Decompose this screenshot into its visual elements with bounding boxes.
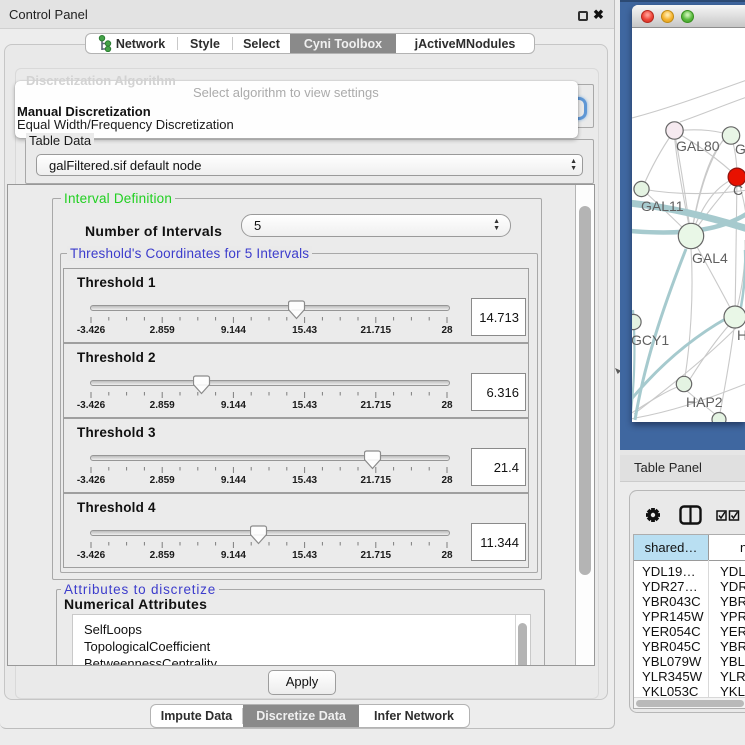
svg-text:C: C — [733, 182, 743, 198]
svg-text:GAL4: GAL4 — [692, 250, 728, 266]
svg-text:GA: GA — [735, 141, 745, 157]
svg-text:HAP2: HAP2 — [686, 394, 723, 410]
svg-text:H: H — [737, 327, 745, 343]
svg-text:GAL11: GAL11 — [641, 198, 684, 214]
svg-text:GAL80: GAL80 — [676, 138, 720, 154]
svg-text:GCY1: GCY1 — [632, 332, 669, 348]
